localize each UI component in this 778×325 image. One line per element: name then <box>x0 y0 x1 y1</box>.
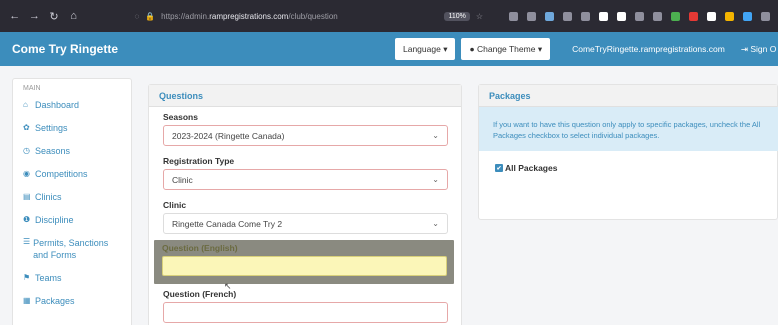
clinic-value: Ringette Canada Come Try 2 <box>172 218 283 229</box>
question-french-input[interactable] <box>163 302 448 323</box>
extension-icon[interactable] <box>671 11 681 21</box>
sidebar-toggle-icon[interactable] <box>581 11 591 21</box>
extension-icon[interactable] <box>545 11 555 21</box>
bookmark-star-icon[interactable]: ☆ <box>476 12 483 21</box>
chevron-down-icon: ⌄ <box>432 219 439 228</box>
extension-icon[interactable] <box>599 11 609 21</box>
globe-icon: ◉ <box>23 169 30 178</box>
sidebar-item-permits[interactable]: ☰ Permits, Sanctions and Forms <box>13 237 131 261</box>
signout-label: Sign O <box>750 43 777 54</box>
zoom-badge[interactable]: 110% <box>444 11 470 21</box>
site-link[interactable]: ComeTryRingette.rampregistrations.com <box>572 44 725 54</box>
shield-icon: ◌ <box>134 11 140 21</box>
questions-panel: Questions Seasons 2023-2024 (Ringette Ca… <box>148 84 462 325</box>
gear-icon: ✿ <box>23 123 30 132</box>
registration-type-select[interactable]: Clinic ⌄ <box>163 169 448 190</box>
signout-icon: ⇥ <box>740 43 748 54</box>
back-arrow-icon[interactable]: ← <box>8 8 22 24</box>
language-label: Language <box>403 44 441 54</box>
address-bar[interactable]: ◌ 🔒 https://admin.rampregistrations.com/… <box>134 6 483 26</box>
library-icon[interactable] <box>563 11 573 21</box>
download-icon[interactable] <box>527 11 537 21</box>
caret-down-icon: ▾ <box>537 43 543 54</box>
home-icon: ⌂ <box>23 100 28 109</box>
extension-icon[interactable] <box>617 11 627 21</box>
info-line-1: If you want to have this question only a… <box>493 120 761 129</box>
info-icon: ❶ <box>23 215 31 224</box>
list-icon: ☰ <box>23 237 31 246</box>
extension-icon[interactable] <box>635 11 645 21</box>
extension-icon[interactable] <box>653 11 663 21</box>
caret-down-icon: ▾ <box>443 43 448 54</box>
flag-icon: ⚑ <box>23 273 31 283</box>
extension-icon[interactable] <box>689 11 699 21</box>
sidebar-item-clinics[interactable]: ▤ Clinics <box>13 192 131 202</box>
brand-title[interactable]: Come Try Ringette <box>0 42 395 56</box>
question-english-input[interactable] <box>162 256 447 276</box>
sidebar-item-label: Permits, Sanctions and Forms <box>33 238 109 261</box>
sidebar-item-seasons[interactable]: ◷ Seasons <box>13 146 131 156</box>
sidebar-item-label: Competitions <box>35 169 88 179</box>
language-button[interactable]: Language ▾ <box>395 38 456 60</box>
sidebar: MAIN ⌂ Dashboard ✿ Settings ◷ Seasons ◉ Comp… <box>12 78 132 325</box>
sidebar-heading: MAIN <box>23 85 41 92</box>
pocket-icon[interactable] <box>509 11 519 21</box>
extensions-bar <box>509 11 771 21</box>
sidebar-item-label: Dashboard <box>35 100 80 110</box>
browser-toolbar: ← → ↻ ⌂ ◌ 🔒 https://admin.rampregistrati… <box>0 0 778 32</box>
sidebar-item-label: Clinics <box>35 192 62 202</box>
app-navbar: Come Try Ringette Language ▾ ● Change Th… <box>0 32 778 66</box>
sidebar-item-label: Discipline <box>35 215 74 225</box>
forward-arrow-icon[interactable]: → <box>28 8 42 24</box>
book-icon: ▤ <box>23 192 31 201</box>
sidebar-item-label: Settings <box>35 123 68 133</box>
extension-icon[interactable] <box>761 11 771 21</box>
chevron-down-icon: ⌄ <box>432 175 439 184</box>
sidebar-item-discipline[interactable]: ❶ Discipline <box>13 215 131 225</box>
registration-type-value: Clinic <box>172 174 193 185</box>
reload-icon[interactable]: ↻ <box>47 8 61 24</box>
packages-panel: Packages If you want to have this questi… <box>478 84 778 220</box>
extension-icon[interactable] <box>707 11 717 21</box>
extension-icon[interactable] <box>725 11 735 21</box>
question-english-label: Question (English) <box>162 243 238 253</box>
questions-title: Questions <box>149 85 461 107</box>
sidebar-item-teams[interactable]: ⚑ Teams <box>13 273 131 283</box>
sidebar-item-competitions[interactable]: ◉ Competitions <box>13 169 131 179</box>
packages-title: Packages <box>479 85 777 107</box>
sidebar-item-label: Teams <box>35 273 62 284</box>
seasons-value: 2023-2024 (Ringette Canada) <box>172 130 285 141</box>
url-text: https://admin.rampregistrations.com/club… <box>161 11 338 21</box>
mouse-cursor-icon: ↖ <box>224 281 232 291</box>
seasons-label: Seasons <box>163 112 198 122</box>
lock-icon: 🔒 <box>145 11 156 21</box>
checkbox-checked-icon[interactable]: ✔ <box>495 164 503 172</box>
registration-type-label: Registration Type <box>163 156 235 166</box>
sidebar-item-label: Seasons <box>35 146 71 156</box>
theme-label: Change Theme <box>477 44 536 54</box>
clinic-select[interactable]: Ringette Canada Come Try 2 ⌄ <box>163 213 448 234</box>
change-theme-button[interactable]: ● Change Theme ▾ <box>461 38 551 60</box>
clinic-label: Clinic <box>163 200 187 210</box>
sidebar-item-packages[interactable]: ▦ Packages <box>13 296 131 306</box>
all-packages-checkbox-row[interactable]: ✔ All Packages <box>495 163 557 173</box>
all-packages-label: All Packages <box>505 163 558 173</box>
drop-icon: ● <box>469 44 475 54</box>
packages-info-alert: If you want to have this question only a… <box>479 107 778 151</box>
chevron-down-icon: ⌄ <box>432 131 439 140</box>
extension-icon[interactable] <box>743 11 753 21</box>
seasons-select[interactable]: 2023-2024 (Ringette Canada) ⌄ <box>163 125 448 146</box>
grid-icon: ▦ <box>23 296 31 306</box>
sidebar-item-settings[interactable]: ✿ Settings <box>13 123 131 133</box>
sidebar-item-label: Packages <box>35 296 75 307</box>
home-browser-icon[interactable]: ⌂ <box>67 8 81 24</box>
signout-link[interactable]: ⇥ Sign O <box>741 44 777 55</box>
clock-icon: ◷ <box>23 146 30 155</box>
sidebar-item-dashboard[interactable]: ⌂ Dashboard <box>13 100 131 110</box>
info-line-2: Packages checkbox to select individual p… <box>493 131 660 141</box>
